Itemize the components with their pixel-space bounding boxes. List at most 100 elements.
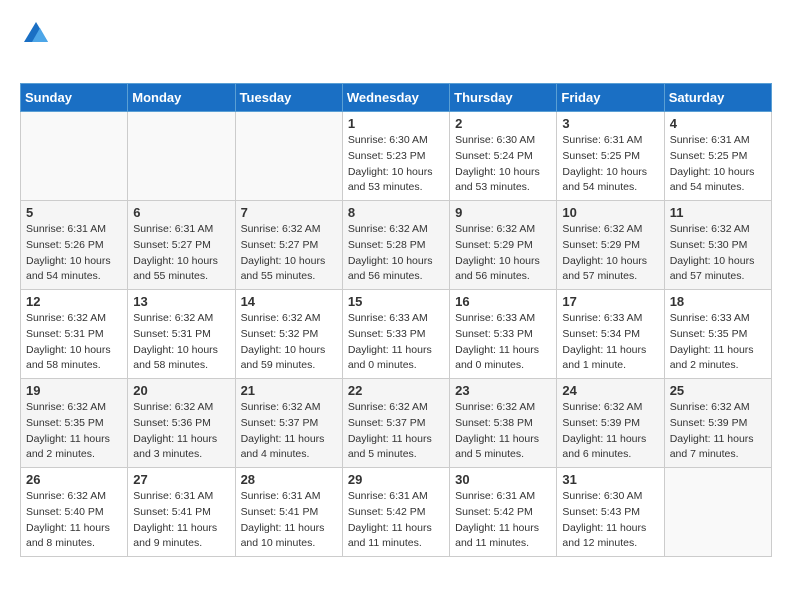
day-number: 28	[241, 472, 337, 487]
day-number: 3	[562, 116, 658, 131]
week-row-5: 26 Sunrise: 6:32 AM Sunset: 5:40 PM Dayli…	[21, 468, 772, 557]
day-cell: 8 Sunrise: 6:32 AM Sunset: 5:28 PM Daylig…	[342, 201, 449, 290]
day-number: 9	[455, 205, 551, 220]
week-row-4: 19Sunrise: 6:32 AM Sunset: 5:35 PM Dayli…	[21, 379, 772, 468]
day-info: Sunrise: 6:32 AM Sunset: 5:37 PM Dayligh…	[241, 400, 337, 463]
day-cell: 21 Sunrise: 6:32 AM Sunset: 5:37 PM Dayli…	[235, 379, 342, 468]
day-cell	[664, 468, 771, 557]
day-info: Sunrise: 6:32 AM Sunset: 5:35 PM Dayligh…	[26, 400, 122, 463]
day-cell: 14 Sunrise: 6:32 AM Sunset: 5:32 PM Dayli…	[235, 290, 342, 379]
day-cell: 12 Sunrise: 6:32 AM Sunset: 5:31 PM Dayli…	[21, 290, 128, 379]
day-number: 1	[348, 116, 444, 131]
day-cell	[21, 112, 128, 201]
header-cell-wednesday: Wednesday	[342, 84, 449, 112]
day-cell: 17Sunrise: 6:33 AM Sunset: 5:34 PM Dayli…	[557, 290, 664, 379]
day-number: 7	[241, 205, 337, 220]
day-info: Sunrise: 6:32 AM Sunset: 5:31 PM Dayligh…	[133, 311, 229, 374]
day-info: Sunrise: 6:31 AM Sunset: 5:41 PM Dayligh…	[241, 489, 337, 552]
day-cell	[235, 112, 342, 201]
day-info: Sunrise: 6:32 AM Sunset: 5:38 PM Dayligh…	[455, 400, 551, 463]
day-number: 23	[455, 383, 551, 398]
header-cell-monday: Monday	[128, 84, 235, 112]
day-info: Sunrise: 6:32 AM Sunset: 5:29 PM Dayligh…	[562, 222, 658, 285]
day-number: 22	[348, 383, 444, 398]
day-cell: 10 Sunrise: 6:32 AM Sunset: 5:29 PM Dayli…	[557, 201, 664, 290]
day-cell: 15 Sunrise: 6:33 AM Sunset: 5:33 PM Dayli…	[342, 290, 449, 379]
day-number: 6	[133, 205, 229, 220]
day-cell: 31 Sunrise: 6:30 AM Sunset: 5:43 PM Dayli…	[557, 468, 664, 557]
day-info: Sunrise: 6:32 AM Sunset: 5:39 PM Dayligh…	[562, 400, 658, 463]
day-number: 17	[562, 294, 658, 309]
day-info: Sunrise: 6:31 AM Sunset: 5:26 PM Dayligh…	[26, 222, 122, 285]
day-number: 2	[455, 116, 551, 131]
day-cell	[128, 112, 235, 201]
day-cell: 22 Sunrise: 6:32 AM Sunset: 5:37 PM Dayli…	[342, 379, 449, 468]
day-cell: 3 Sunrise: 6:31 AM Sunset: 5:25 PM Daylig…	[557, 112, 664, 201]
day-number: 4	[670, 116, 766, 131]
day-cell: 26 Sunrise: 6:32 AM Sunset: 5:40 PM Dayli…	[21, 468, 128, 557]
day-number: 15	[348, 294, 444, 309]
day-info: Sunrise: 6:31 AM Sunset: 5:25 PM Dayligh…	[562, 133, 658, 196]
day-cell: 7 Sunrise: 6:32 AM Sunset: 5:27 PM Daylig…	[235, 201, 342, 290]
header-row: SundayMondayTuesdayWednesdayThursdayFrid…	[21, 84, 772, 112]
day-info: Sunrise: 6:32 AM Sunset: 5:37 PM Dayligh…	[348, 400, 444, 463]
day-cell: 13 Sunrise: 6:32 AM Sunset: 5:31 PM Dayli…	[128, 290, 235, 379]
day-number: 20	[133, 383, 229, 398]
day-cell: 6 Sunrise: 6:31 AM Sunset: 5:27 PM Daylig…	[128, 201, 235, 290]
day-info: Sunrise: 6:32 AM Sunset: 5:40 PM Dayligh…	[26, 489, 122, 552]
day-number: 12	[26, 294, 122, 309]
day-info: Sunrise: 6:33 AM Sunset: 5:33 PM Dayligh…	[348, 311, 444, 374]
day-cell: 5 Sunrise: 6:31 AM Sunset: 5:26 PM Daylig…	[21, 201, 128, 290]
day-cell: 24 Sunrise: 6:32 AM Sunset: 5:39 PM Dayli…	[557, 379, 664, 468]
day-number: 24	[562, 383, 658, 398]
logo-icon	[22, 20, 50, 48]
day-info: Sunrise: 6:32 AM Sunset: 5:36 PM Dayligh…	[133, 400, 229, 463]
day-cell: 16 Sunrise: 6:33 AM Sunset: 5:33 PM Dayli…	[450, 290, 557, 379]
day-number: 14	[241, 294, 337, 309]
day-number: 8	[348, 205, 444, 220]
day-cell: 11 Sunrise: 6:32 AM Sunset: 5:30 PM Dayli…	[664, 201, 771, 290]
week-row-3: 12 Sunrise: 6:32 AM Sunset: 5:31 PM Dayli…	[21, 290, 772, 379]
day-info: Sunrise: 6:31 AM Sunset: 5:27 PM Dayligh…	[133, 222, 229, 285]
day-cell: 18 Sunrise: 6:33 AM Sunset: 5:35 PM Dayli…	[664, 290, 771, 379]
day-number: 16	[455, 294, 551, 309]
day-info: Sunrise: 6:32 AM Sunset: 5:32 PM Dayligh…	[241, 311, 337, 374]
day-number: 11	[670, 205, 766, 220]
day-info: Sunrise: 6:33 AM Sunset: 5:35 PM Dayligh…	[670, 311, 766, 374]
week-row-2: 5 Sunrise: 6:31 AM Sunset: 5:26 PM Daylig…	[21, 201, 772, 290]
day-info: Sunrise: 6:32 AM Sunset: 5:39 PM Dayligh…	[670, 400, 766, 463]
day-number: 13	[133, 294, 229, 309]
logo	[20, 20, 50, 67]
header-cell-thursday: Thursday	[450, 84, 557, 112]
day-info: Sunrise: 6:30 AM Sunset: 5:43 PM Dayligh…	[562, 489, 658, 552]
day-number: 27	[133, 472, 229, 487]
day-info: Sunrise: 6:30 AM Sunset: 5:24 PM Dayligh…	[455, 133, 551, 196]
day-info: Sunrise: 6:32 AM Sunset: 5:28 PM Dayligh…	[348, 222, 444, 285]
header-cell-tuesday: Tuesday	[235, 84, 342, 112]
day-number: 29	[348, 472, 444, 487]
day-cell: 1 Sunrise: 6:30 AM Sunset: 5:23 PM Daylig…	[342, 112, 449, 201]
day-number: 26	[26, 472, 122, 487]
header-cell-saturday: Saturday	[664, 84, 771, 112]
day-info: Sunrise: 6:32 AM Sunset: 5:31 PM Dayligh…	[26, 311, 122, 374]
day-number: 18	[670, 294, 766, 309]
day-info: Sunrise: 6:31 AM Sunset: 5:25 PM Dayligh…	[670, 133, 766, 196]
header-cell-sunday: Sunday	[21, 84, 128, 112]
day-number: 10	[562, 205, 658, 220]
day-number: 30	[455, 472, 551, 487]
calendar-table: SundayMondayTuesdayWednesdayThursdayFrid…	[20, 83, 772, 557]
day-number: 21	[241, 383, 337, 398]
day-info: Sunrise: 6:30 AM Sunset: 5:23 PM Dayligh…	[348, 133, 444, 196]
day-number: 5	[26, 205, 122, 220]
day-number: 31	[562, 472, 658, 487]
day-cell: 27Sunrise: 6:31 AM Sunset: 5:41 PM Dayli…	[128, 468, 235, 557]
day-info: Sunrise: 6:32 AM Sunset: 5:30 PM Dayligh…	[670, 222, 766, 285]
day-cell: 2 Sunrise: 6:30 AM Sunset: 5:24 PM Daylig…	[450, 112, 557, 201]
day-info: Sunrise: 6:33 AM Sunset: 5:33 PM Dayligh…	[455, 311, 551, 374]
header-cell-friday: Friday	[557, 84, 664, 112]
day-info: Sunrise: 6:32 AM Sunset: 5:29 PM Dayligh…	[455, 222, 551, 285]
page-header	[20, 20, 772, 67]
day-info: Sunrise: 6:32 AM Sunset: 5:27 PM Dayligh…	[241, 222, 337, 285]
day-cell: 25Sunrise: 6:32 AM Sunset: 5:39 PM Dayli…	[664, 379, 771, 468]
day-info: Sunrise: 6:31 AM Sunset: 5:42 PM Dayligh…	[348, 489, 444, 552]
